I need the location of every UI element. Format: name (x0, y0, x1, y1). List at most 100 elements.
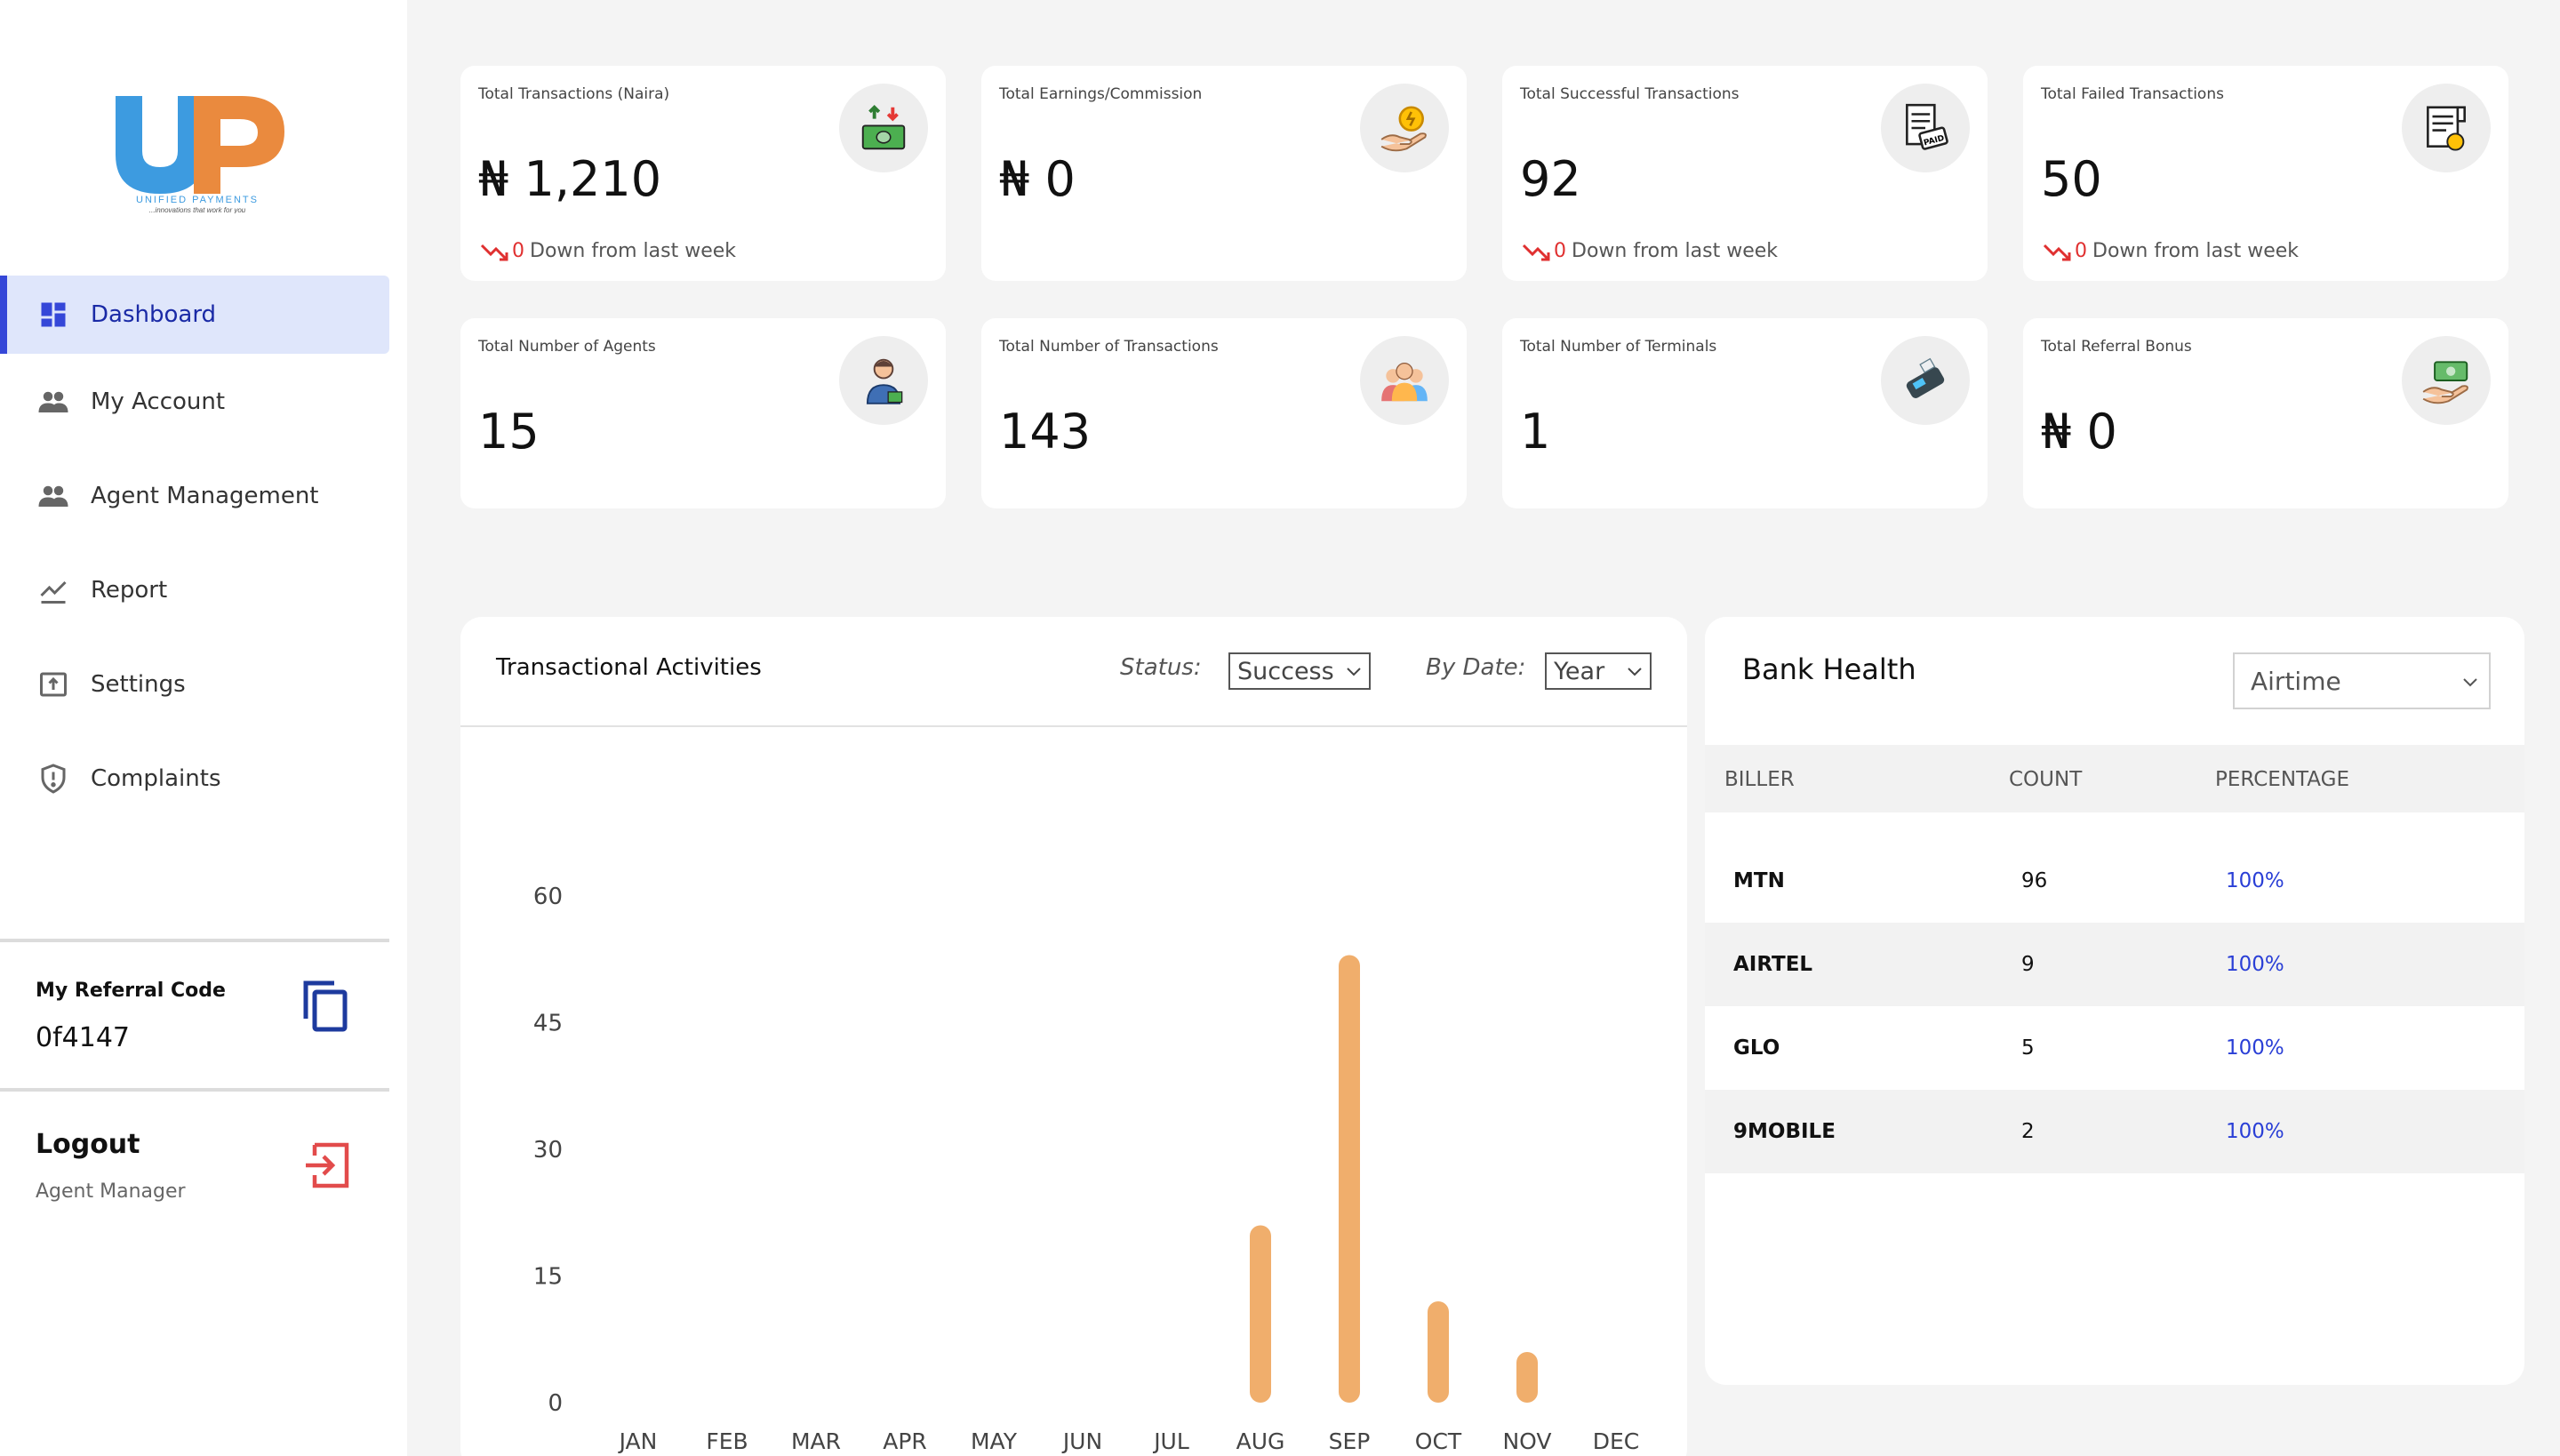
status-select[interactable]: Success (1228, 652, 1371, 690)
trend-text: Down from last week (1572, 240, 1778, 262)
x-tick-label: JUL (1152, 1428, 1189, 1454)
sidebar-item-label: Agent Management (91, 483, 319, 509)
table-row[interactable]: GLO 5 100% (1705, 1006, 2524, 1090)
stat-trend: 0 Down from last week (2043, 240, 2299, 262)
table-header: BILLER COUNT PERCENTAGE (1705, 745, 2524, 812)
logout-icon[interactable] (302, 1141, 350, 1189)
biller-count: 96 (2021, 869, 2048, 892)
x-tick-label: MAR (791, 1428, 841, 1454)
referral-code-label: My Referral Code (36, 980, 226, 1002)
sidebar-item-label: My Account (91, 388, 226, 415)
table-row[interactable]: 9MOBILE 2 100% (1705, 1090, 2524, 1173)
stat-trend: 0 Down from last week (480, 240, 736, 262)
biller-count: 5 (2021, 1036, 2035, 1060)
panel-title: Bank Health (1742, 652, 1916, 686)
trend-down-icon (480, 244, 508, 260)
sidebar-item-dashboard[interactable]: Dashboard (0, 276, 389, 354)
settings-folder-icon (36, 667, 71, 702)
stat-title: Total Earnings/Commission (999, 85, 1203, 103)
trend-down-icon (2043, 244, 2071, 260)
stat-value: 143 (999, 404, 1092, 460)
stat-card-referral-bonus: Total Referral Bonus ₦ 0 (2023, 318, 2508, 508)
stat-value: ₦ 0 (2041, 404, 2117, 460)
bar-nov[interactable] (1516, 1352, 1538, 1403)
sidebar-item-label: Report (91, 577, 168, 604)
table-row[interactable]: MTN 96 100% (1705, 839, 2524, 923)
pos-terminal-icon (1881, 336, 1970, 425)
sidebar-item-complaints[interactable]: Complaints (0, 740, 389, 818)
x-tick-label: JUN (1061, 1428, 1102, 1454)
date-filter-label: By Date: (1426, 654, 1526, 681)
x-tick-label: MAY (971, 1428, 1018, 1454)
stat-title: Total Number of Transactions (999, 338, 1219, 356)
line-chart-icon (36, 572, 71, 608)
sidebar-item-settings[interactable]: Settings (0, 645, 389, 724)
sidebar-item-agent-management[interactable]: Agent Management (0, 457, 389, 535)
biller-name: MTN (1733, 869, 1785, 892)
stat-value: 1 (1520, 404, 1551, 460)
biller-count: 2 (2021, 1120, 2035, 1143)
stat-card-number-of-terminals: Total Number of Terminals 1 (1502, 318, 1988, 508)
chevron-down-icon (2463, 678, 2477, 687)
stat-card-failed-transactions: Total Failed Transactions 50 0 Down from… (2023, 66, 2508, 281)
biller-percentage: 100% (2226, 869, 2284, 892)
trend-down-icon (1522, 244, 1550, 260)
copy-icon[interactable] (300, 978, 350, 1033)
biller-name: GLO (1733, 1036, 1780, 1060)
column-header-percentage: PERCENTAGE (2215, 768, 2349, 791)
x-tick-label: SEP (1329, 1428, 1371, 1454)
stat-card-number-of-transactions: Total Number of Transactions 143 (981, 318, 1467, 508)
stat-card-number-of-agents: Total Number of Agents 15 (460, 318, 946, 508)
sidebar-item-my-account[interactable]: My Account (0, 363, 389, 441)
bar-sep[interactable] (1339, 955, 1360, 1404)
status-select-value: Success (1237, 657, 1334, 685)
date-select[interactable]: Year (1545, 652, 1652, 690)
trend-text: Down from last week (530, 240, 736, 262)
shield-alert-icon (36, 761, 71, 796)
y-tick-label: 30 (533, 1137, 563, 1164)
date-select-value: Year (1554, 657, 1605, 685)
biller-percentage: 100% (2226, 1120, 2284, 1143)
panel-title: Transactional Activities (496, 654, 762, 681)
hand-cash-icon (2402, 336, 2491, 425)
agent-person-icon (839, 336, 928, 425)
brand-logo[interactable]: UNIFIED PAYMENTS ...innovations that wor… (108, 89, 286, 214)
bar-aug[interactable] (1250, 1225, 1271, 1404)
stat-title: Total Failed Transactions (2041, 85, 2224, 103)
stat-value: 15 (478, 404, 540, 460)
x-tick-label: AUG (1236, 1428, 1285, 1454)
status-filter-label: Status: (1120, 654, 1202, 681)
biller-type-select[interactable]: Airtime (2233, 652, 2491, 709)
x-tick-label: DEC (1593, 1428, 1640, 1454)
logo-tagline: ...innovations that work for you (149, 206, 246, 213)
stat-title: Total Number of Agents (478, 338, 656, 356)
table-row[interactable]: AIRTEL 9 100% (1705, 923, 2524, 1006)
transactions-bar-chart: 0 15 30 45 60 JAN FEB MAR APR MAY JUN JUL AUG SEP OCT N… (533, 884, 1640, 1454)
sidebar-item-label: Complaints (91, 765, 221, 792)
stat-value: ₦ 0 (999, 151, 1076, 207)
paid-receipt-icon: PAID (1881, 84, 1970, 172)
sidebar-item-report[interactable]: Report (0, 551, 389, 629)
x-tick-label: FEB (706, 1428, 748, 1454)
biller-type-value: Airtime (2251, 666, 2341, 696)
x-tick-label: OCT (1415, 1428, 1462, 1454)
y-tick-label: 0 (548, 1390, 563, 1417)
bar-oct[interactable] (1428, 1301, 1449, 1403)
y-tick-label: 60 (533, 884, 563, 910)
group-people-icon (1360, 336, 1449, 425)
trend-value: 0 (1554, 240, 1566, 262)
trend-value: 0 (2075, 240, 2087, 262)
y-tick-label: 15 (533, 1264, 563, 1291)
x-tick-label: APR (883, 1428, 927, 1454)
stat-value: 92 (1520, 151, 1581, 207)
sidebar-item-label: Settings (91, 671, 186, 698)
stat-card-total-transactions: Total Transactions (Naira) ₦ 1,210 0 Dow… (460, 66, 946, 281)
people-icon (36, 478, 71, 514)
logout-label[interactable]: Logout (36, 1129, 140, 1160)
people-icon (36, 384, 71, 420)
biller-percentage: 100% (2226, 1036, 2284, 1060)
sidebar: UNIFIED PAYMENTS ...innovations that wor… (0, 0, 407, 1456)
sidebar-divider (0, 939, 389, 942)
chevron-down-icon (1347, 668, 1361, 676)
sidebar-divider (0, 1088, 389, 1092)
